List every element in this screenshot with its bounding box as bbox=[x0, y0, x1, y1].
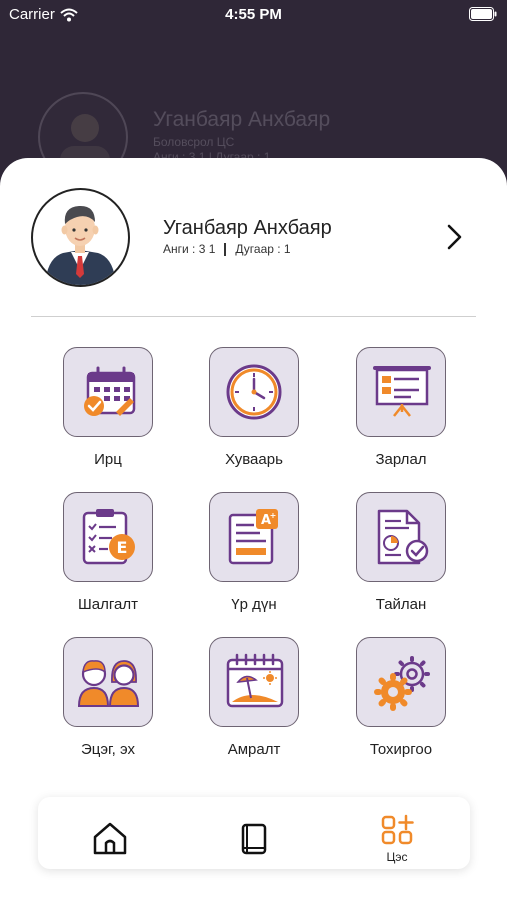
menu-label-report[interactable]: Тайлан bbox=[326, 596, 476, 613]
profile-divider bbox=[31, 316, 476, 317]
book-icon bbox=[241, 823, 267, 855]
background-name: Уганбаяр Анхбаяр bbox=[153, 108, 331, 131]
menu-label-parents[interactable]: Эцэг, эх bbox=[33, 741, 183, 758]
status-time: 4:55 PM bbox=[225, 6, 282, 23]
tab-books[interactable] bbox=[224, 797, 284, 869]
menu-label-settings[interactable]: Тохиргоо bbox=[326, 741, 476, 758]
class-label: Анги : 3 1 bbox=[163, 242, 216, 256]
settings-gears-icon bbox=[374, 656, 430, 711]
menu-label-announcement[interactable]: Зарлал bbox=[326, 451, 476, 468]
bottom-tab-bar: Цэс bbox=[38, 797, 470, 869]
exam-clipboard-icon: E bbox=[82, 509, 135, 565]
meta-separator bbox=[224, 242, 227, 256]
schedule-clock-icon bbox=[226, 364, 282, 420]
number-label: Дугаар : 1 bbox=[235, 242, 291, 256]
announcement-board-icon bbox=[373, 366, 431, 417]
menu-label-exam[interactable]: Шалгалт bbox=[33, 596, 183, 613]
results-document-icon: A + bbox=[228, 509, 278, 565]
home-icon bbox=[93, 822, 127, 855]
svg-text:+: + bbox=[270, 511, 277, 520]
attendance-calendar-icon bbox=[84, 366, 136, 416]
menu-tile-parents[interactable] bbox=[63, 637, 153, 727]
avatar[interactable] bbox=[31, 188, 130, 287]
menu-tile-vacation[interactable] bbox=[209, 637, 299, 727]
svg-text:E: E bbox=[117, 538, 128, 557]
chevron-right-icon bbox=[447, 224, 462, 250]
battery-icon bbox=[469, 7, 497, 21]
profile-open-button[interactable] bbox=[442, 222, 468, 252]
background-school: Боловсрол ЦС bbox=[153, 135, 235, 149]
tab-menu-label: Цэс bbox=[386, 850, 408, 864]
menu-tile-exam[interactable]: E bbox=[63, 492, 153, 582]
report-document-icon bbox=[377, 509, 429, 565]
vacation-calendar-icon bbox=[226, 653, 284, 708]
menu-tile-announcement[interactable] bbox=[356, 347, 446, 437]
parents-icon bbox=[77, 660, 140, 707]
menu-tile-report[interactable] bbox=[356, 492, 446, 582]
menu-label-schedule[interactable]: Хуваарь bbox=[179, 451, 329, 468]
menu-tile-settings[interactable] bbox=[356, 637, 446, 727]
menu-label-vacation[interactable]: Амралт bbox=[179, 741, 329, 758]
menu-tile-attendance[interactable] bbox=[63, 347, 153, 437]
menu-label-results[interactable]: Үр дүн bbox=[179, 596, 329, 613]
menu-label-attendance[interactable]: Ирц bbox=[33, 451, 183, 468]
menu-tile-results[interactable]: A + bbox=[209, 492, 299, 582]
status-bar: Carrier 4:55 PM bbox=[0, 0, 507, 30]
student-avatar-icon bbox=[45, 205, 116, 285]
tab-home[interactable] bbox=[80, 797, 140, 869]
menu-tile-schedule[interactable] bbox=[209, 347, 299, 437]
profile-name[interactable]: Уганбаяр Анхбаяр bbox=[163, 217, 332, 240]
profile-meta: Анги : 3 1 Дугаар : 1 bbox=[163, 242, 291, 256]
tab-menu[interactable]: Цэс bbox=[367, 797, 427, 869]
